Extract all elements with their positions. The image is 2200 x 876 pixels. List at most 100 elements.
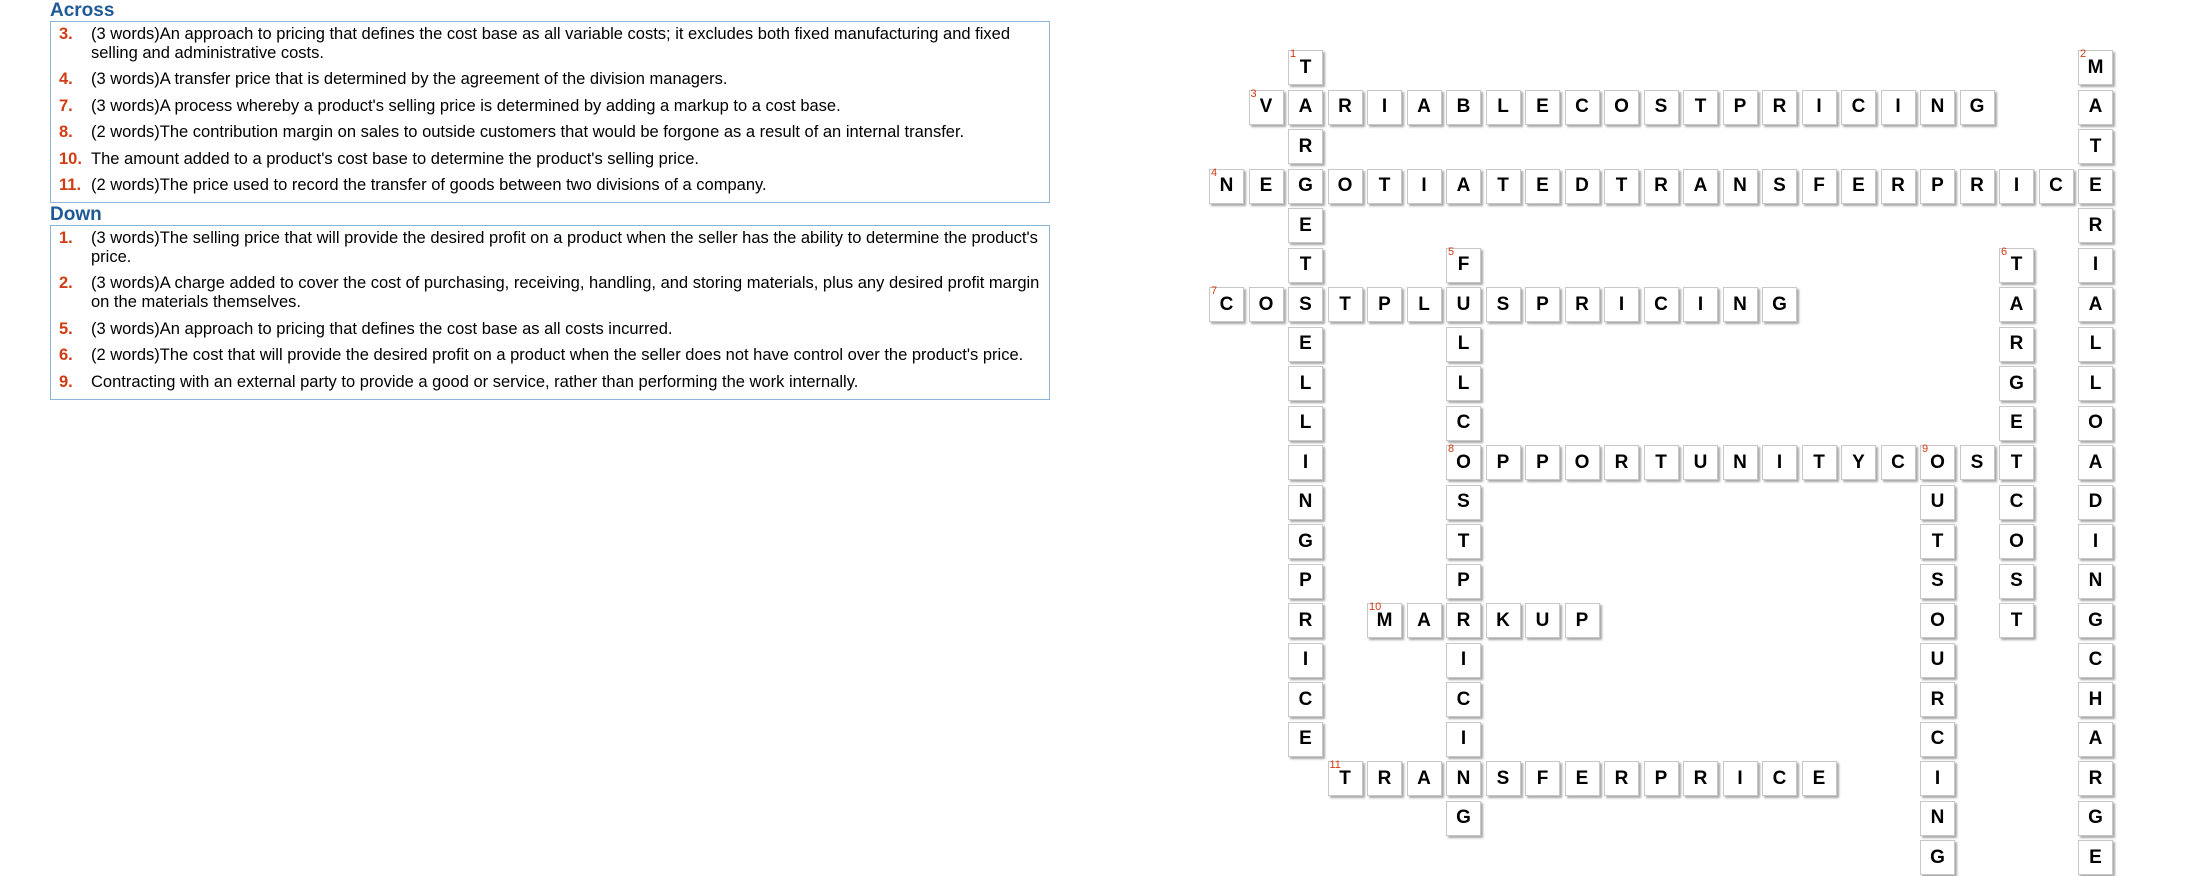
crossword-cell[interactable]: A — [1683, 168, 1718, 204]
crossword-cell[interactable]: S — [1643, 89, 1679, 125]
crossword-cell[interactable]: 1T — [1288, 48, 1323, 85]
crossword-cell[interactable]: C — [1762, 761, 1797, 796]
crossword-cell[interactable]: C — [2038, 168, 2074, 204]
crossword-cell[interactable]: T — [1683, 89, 1718, 125]
crossword-cell[interactable]: I — [1801, 89, 1837, 125]
crossword-cell[interactable]: C — [1999, 484, 2034, 520]
crossword-cell[interactable]: E — [1525, 89, 1560, 125]
crossword-cell[interactable]: F — [1525, 761, 1560, 796]
crossword-cell[interactable]: R — [2078, 208, 2113, 243]
crossword-cell[interactable]: E — [1288, 326, 1323, 362]
crossword-cell[interactable]: R — [1762, 89, 1797, 125]
crossword-cell[interactable]: R — [1564, 287, 1600, 322]
crossword-cell[interactable]: S — [1959, 445, 1995, 480]
crossword-cell[interactable]: G — [1446, 800, 1481, 836]
crossword-cell[interactable]: A — [1406, 761, 1442, 796]
crossword-cell[interactable]: C — [1564, 89, 1600, 125]
crossword-cell[interactable]: C — [2078, 642, 2113, 678]
crossword-cell[interactable]: 8O — [1446, 443, 1481, 480]
crossword-cell[interactable]: T — [1367, 168, 1402, 204]
crossword-cell[interactable]: I — [1604, 287, 1639, 322]
crossword-cell[interactable]: A — [2078, 287, 2113, 322]
crossword-cell[interactable]: U — [1446, 287, 1481, 322]
crossword-cell[interactable]: A — [2078, 721, 2113, 757]
crossword-cell[interactable]: L — [2078, 326, 2113, 362]
crossword-cell[interactable]: T — [1327, 287, 1363, 322]
crossword-cell[interactable]: T — [1999, 445, 2034, 480]
crossword-cell[interactable]: O — [1327, 168, 1363, 204]
crossword-cell[interactable]: A — [1288, 89, 1323, 125]
crossword-cell[interactable]: I — [1762, 445, 1797, 480]
crossword-cell[interactable]: G — [1920, 840, 1955, 875]
crossword-cell[interactable]: G — [1288, 524, 1323, 559]
crossword-cell[interactable]: P — [1643, 761, 1679, 796]
crossword-cell[interactable]: E — [1288, 208, 1323, 243]
crossword-cell[interactable]: I — [1920, 761, 1955, 796]
crossword-cell[interactable]: I — [1406, 168, 1442, 204]
crossword-cell[interactable]: T — [1288, 247, 1323, 283]
crossword-cell[interactable]: S — [1288, 287, 1323, 322]
crossword-cell[interactable]: O — [1920, 603, 1955, 638]
crossword-cell[interactable]: D — [2078, 484, 2113, 520]
crossword-cell[interactable]: T — [1643, 445, 1679, 480]
crossword-cell[interactable]: O — [1999, 524, 2034, 559]
crossword-cell[interactable]: P — [1367, 287, 1402, 322]
crossword-cell[interactable]: U — [1525, 603, 1560, 638]
crossword-cell[interactable]: P — [1525, 287, 1560, 322]
crossword-cell[interactable]: S — [1446, 484, 1481, 520]
crossword-cell[interactable]: 6T — [1999, 246, 2034, 283]
crossword-cell[interactable]: F — [1801, 168, 1837, 204]
crossword-cell[interactable]: R — [1959, 168, 1995, 204]
crossword-cell[interactable]: O — [1564, 445, 1600, 480]
crossword-cell[interactable]: R — [1683, 761, 1718, 796]
crossword-cell[interactable]: E — [2078, 168, 2113, 204]
crossword-cell[interactable]: E — [1999, 405, 2034, 441]
crossword-cell[interactable]: A — [1999, 287, 2034, 322]
crossword-cell[interactable]: P — [1564, 603, 1600, 638]
crossword-cell[interactable]: A — [1446, 168, 1481, 204]
crossword-cell[interactable]: A — [1406, 89, 1442, 125]
crossword-cell[interactable]: E — [1841, 168, 1876, 204]
crossword-cell[interactable]: A — [2078, 445, 2113, 480]
crossword-cell[interactable]: R — [1920, 682, 1955, 717]
crossword-cell[interactable]: N — [1920, 89, 1955, 125]
crossword-cell[interactable]: C — [1920, 721, 1955, 757]
crossword-cell[interactable]: P — [1920, 168, 1955, 204]
crossword-cell[interactable]: C — [1643, 287, 1679, 322]
crossword-cell[interactable]: R — [1446, 603, 1481, 638]
crossword-cell[interactable]: N — [1288, 484, 1323, 520]
crossword-cell[interactable]: I — [2078, 524, 2113, 559]
crossword-cell[interactable]: L — [1288, 405, 1323, 441]
crossword-cell[interactable]: P — [1485, 445, 1521, 480]
crossword-cell[interactable]: A — [2078, 89, 2113, 125]
crossword-cell[interactable]: N — [1722, 168, 1758, 204]
crossword-cell[interactable]: S — [1762, 168, 1797, 204]
crossword-cell[interactable]: N — [1920, 800, 1955, 836]
crossword-cell[interactable]: I — [1722, 761, 1758, 796]
crossword-cell[interactable]: 5F — [1446, 246, 1481, 283]
crossword-cell[interactable]: O — [1604, 89, 1639, 125]
crossword-cell[interactable]: R — [1643, 168, 1679, 204]
crossword-cell[interactable]: R — [1288, 129, 1323, 164]
crossword-cell[interactable]: B — [1446, 89, 1481, 125]
crossword-cell[interactable]: I — [1367, 89, 1402, 125]
crossword-cell[interactable]: G — [1999, 366, 2034, 401]
crossword-cell[interactable]: T — [1999, 603, 2034, 638]
crossword-cell[interactable]: G — [2078, 603, 2113, 638]
crossword-cell[interactable]: K — [1485, 603, 1521, 638]
crossword-cell[interactable]: R — [1288, 603, 1323, 638]
crossword-cell[interactable]: I — [2078, 247, 2113, 283]
crossword-cell[interactable]: E — [2078, 840, 2113, 875]
crossword-cell[interactable]: A — [1406, 603, 1442, 638]
crossword-cell[interactable]: P — [1525, 445, 1560, 480]
crossword-cell[interactable]: C — [1880, 445, 1916, 480]
crossword-cell[interactable]: D — [1564, 168, 1600, 204]
crossword-cell[interactable]: R — [1367, 761, 1402, 796]
crossword-cell[interactable]: I — [1880, 89, 1916, 125]
crossword-cell[interactable]: P — [1288, 563, 1323, 599]
crossword-cell[interactable]: U — [1920, 484, 1955, 520]
crossword-cell[interactable]: S — [1485, 287, 1521, 322]
crossword-cell[interactable]: 10 M — [1367, 601, 1402, 638]
crossword-cell[interactable]: P — [1722, 89, 1758, 125]
crossword-cell[interactable]: U — [1920, 642, 1955, 678]
